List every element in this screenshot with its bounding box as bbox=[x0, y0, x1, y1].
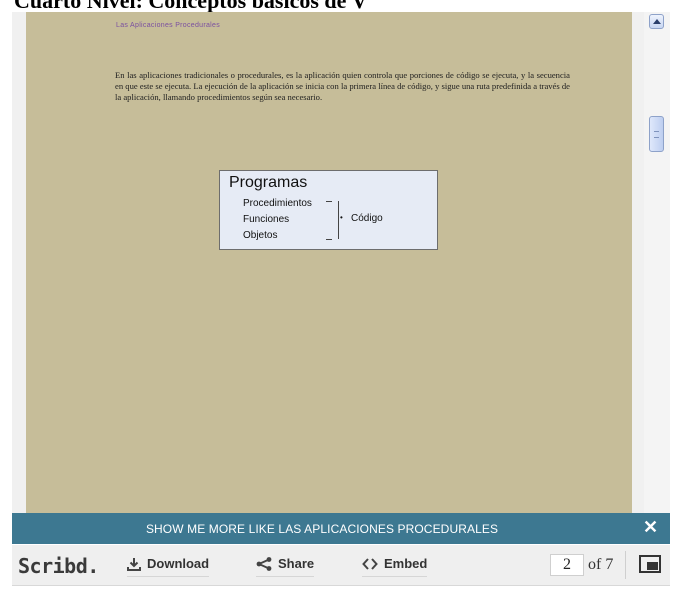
page-header: Las Aplicaciones Procedurales bbox=[116, 22, 221, 29]
programs-diagram: Programas Procedimientos Funciones Objet… bbox=[219, 170, 438, 250]
share-label: Share bbox=[278, 556, 315, 571]
embed-icon bbox=[362, 558, 378, 570]
page-total: of 7 bbox=[588, 556, 614, 573]
share-icon bbox=[256, 557, 272, 571]
embed-label: Embed bbox=[384, 556, 428, 571]
recommendation-banner: SHOW ME MORE LIKE LAS APLICACIONES PROCE… bbox=[12, 513, 670, 544]
diagram-item: Procedimientos bbox=[243, 198, 312, 209]
diagram-item: Funciones bbox=[243, 214, 290, 225]
download-button[interactable]: Download bbox=[127, 556, 210, 577]
fullscreen-icon bbox=[639, 555, 661, 573]
page-paragraph: En las aplicaciones tradicionales o proc… bbox=[115, 70, 570, 102]
toolbar-divider bbox=[625, 551, 626, 579]
top-heading: Cuarto Nivel: Conceptos básicos de V bbox=[14, 0, 367, 12]
diagram-target: Código bbox=[351, 213, 383, 224]
top-heading-cut: Cuarto Nivel: Conceptos básicos de V bbox=[0, 0, 680, 12]
diagram-title: Programas bbox=[229, 174, 308, 191]
document-page: Las Aplicaciones Procedurales En las apl… bbox=[26, 12, 632, 513]
diagram-brace bbox=[332, 201, 339, 239]
document-viewer: Las Aplicaciones Procedurales En las apl… bbox=[12, 12, 670, 513]
scroll-thumb[interactable] bbox=[649, 116, 664, 152]
diagram-item: Objetos bbox=[243, 230, 278, 241]
download-label: Download bbox=[147, 556, 210, 571]
page-number-input[interactable]: 2 bbox=[550, 554, 584, 576]
fullscreen-button[interactable] bbox=[639, 555, 661, 573]
vertical-scrollbar[interactable] bbox=[644, 12, 670, 513]
download-icon bbox=[127, 558, 141, 571]
diagram-arrow-icon: • bbox=[340, 213, 343, 222]
close-icon[interactable]: ✕ bbox=[643, 517, 658, 538]
embed-button[interactable]: Embed bbox=[362, 556, 428, 577]
diagram-brace-top bbox=[326, 201, 332, 202]
scroll-up-icon[interactable] bbox=[649, 14, 664, 29]
scribd-logo[interactable]: Scribd. bbox=[18, 554, 99, 578]
viewer-toolbar: Scribd. Download Share Embed 2 of 7 bbox=[12, 545, 670, 586]
share-button[interactable]: Share bbox=[256, 556, 315, 577]
banner-link[interactable]: SHOW ME MORE LIKE LAS APLICACIONES PROCE… bbox=[12, 522, 632, 536]
diagram-brace-bottom bbox=[326, 239, 332, 240]
